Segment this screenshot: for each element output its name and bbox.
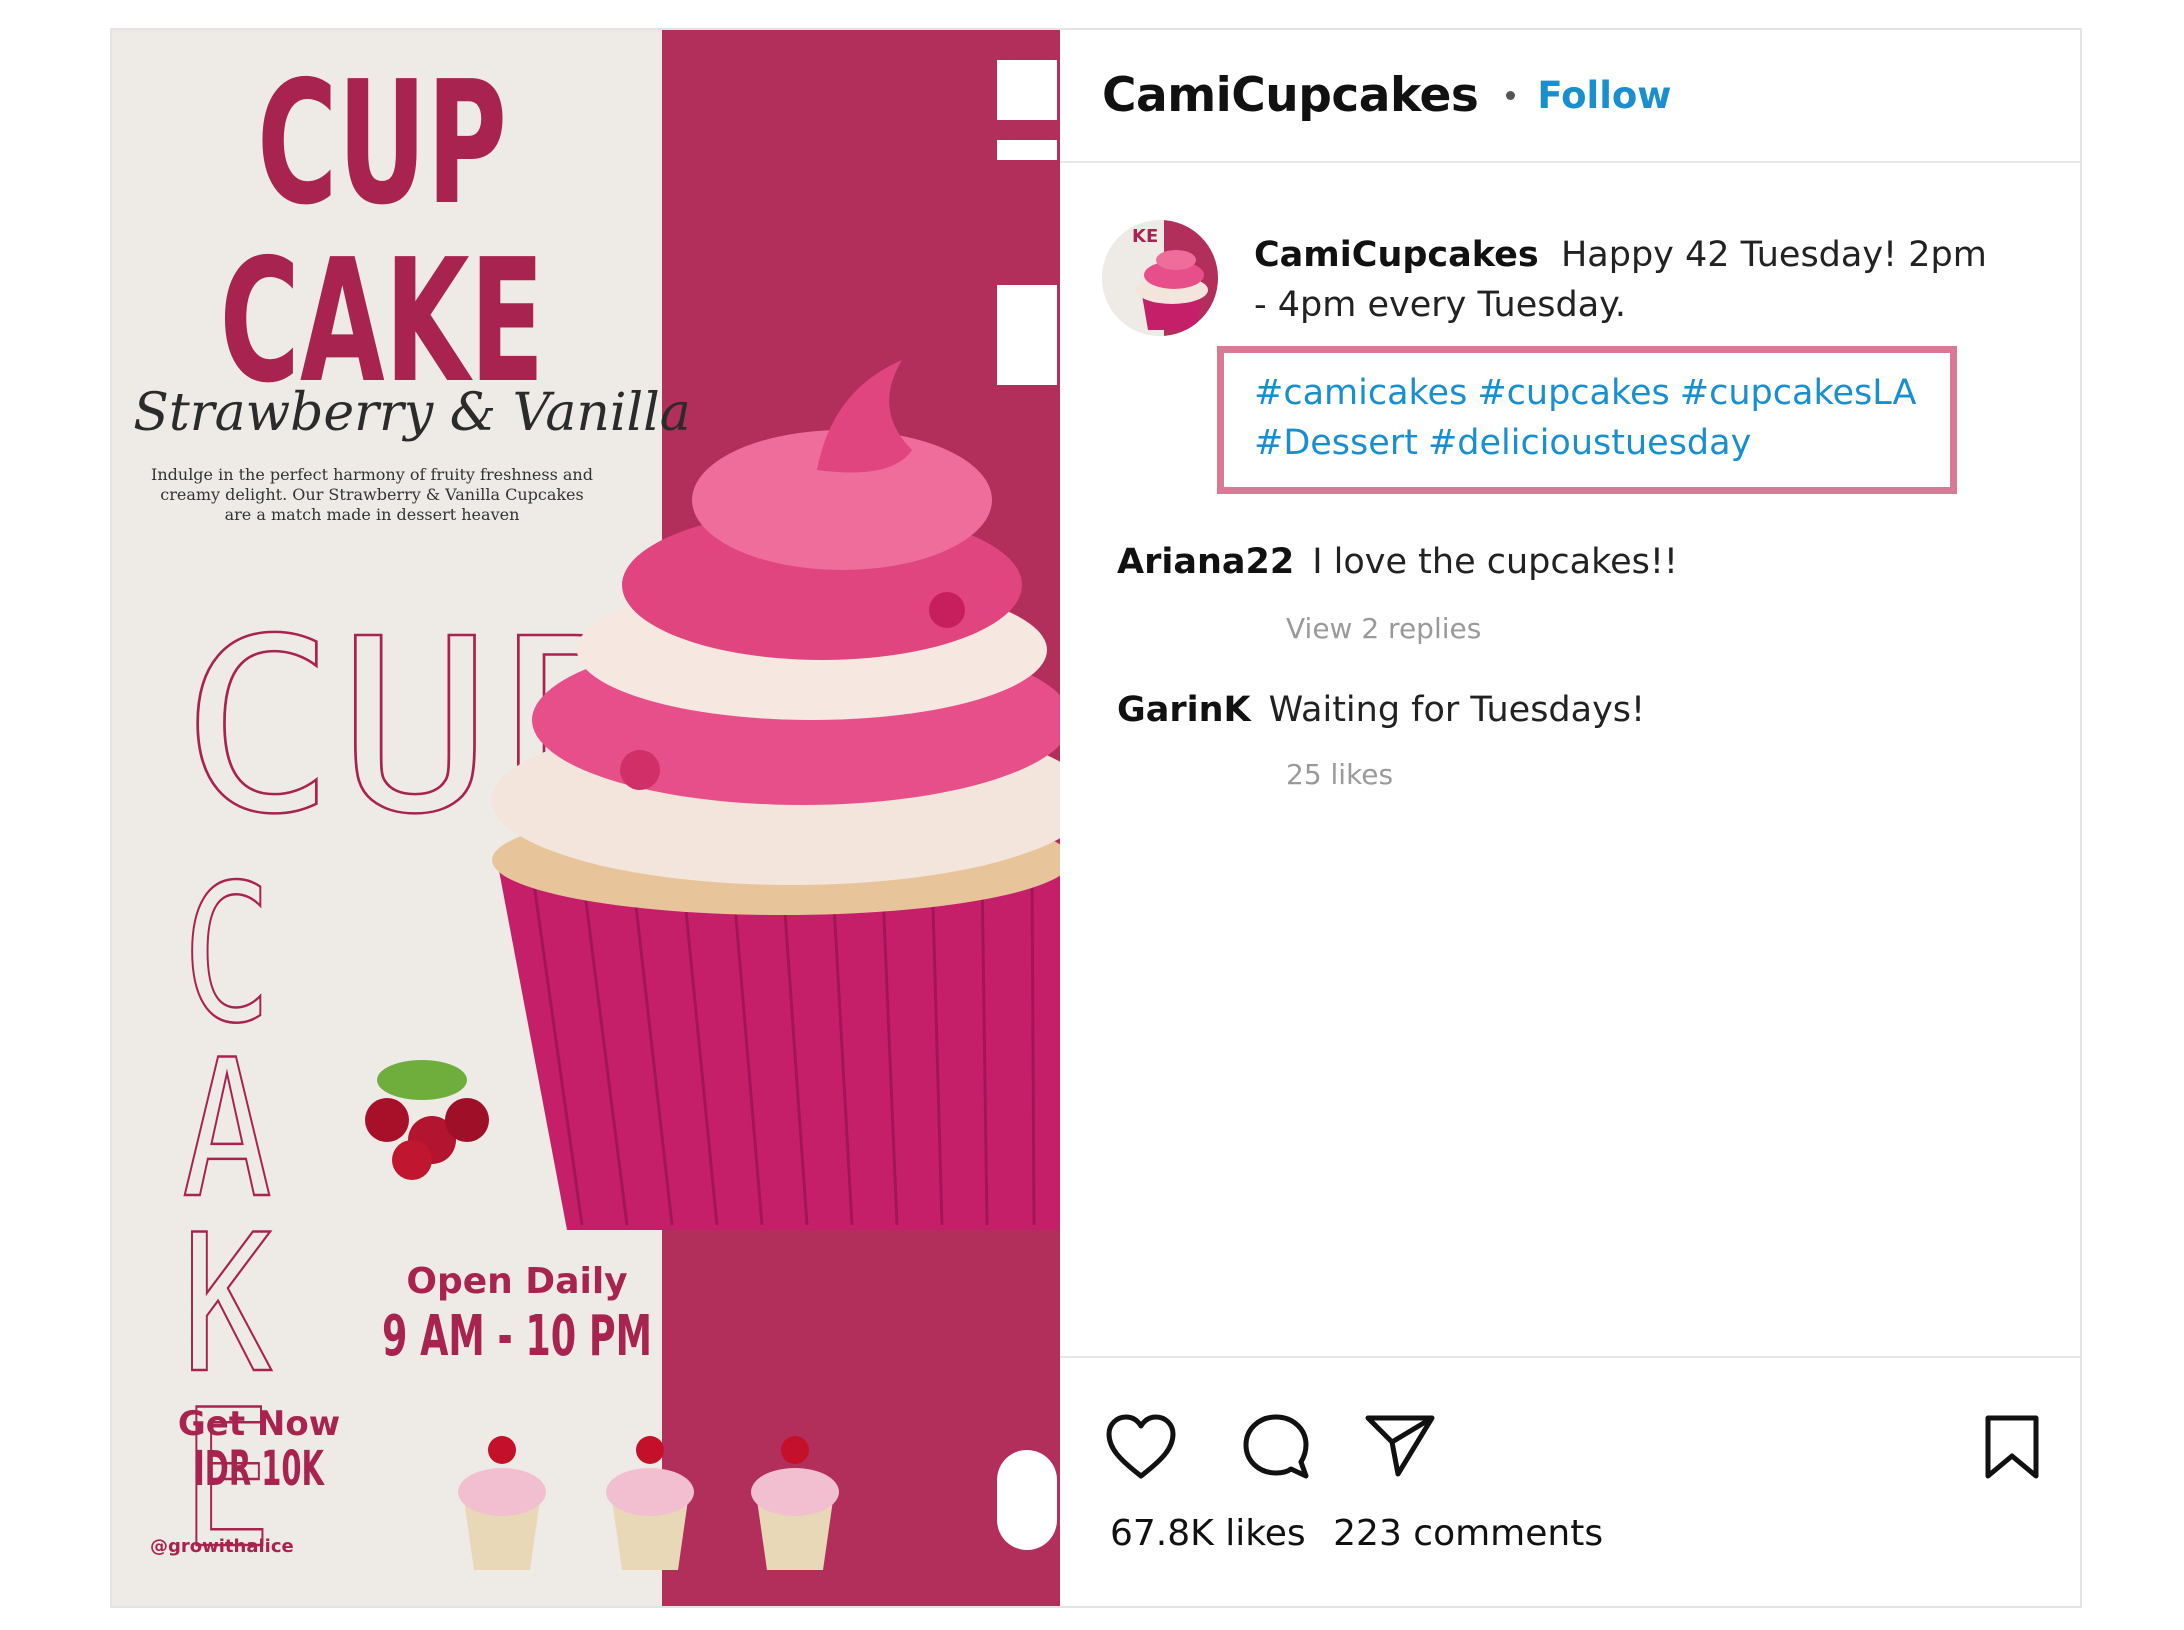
post-image[interactable]: CUP CAKE Strawberry & Vanilla Indulge in… [112,30,1060,1606]
comment-username[interactable]: GarinK [1117,690,1251,730]
caption-username[interactable]: CamiCupcakes [1254,235,1539,275]
post-header: CamiCupcakes Follow [1060,30,2080,163]
poster-hours: 9 AM - 10 PM [382,1304,652,1369]
avatar[interactable]: KE [1102,220,1218,336]
share-icon[interactable] [1364,1412,1436,1482]
follow-button[interactable]: Follow [1537,74,1671,117]
hashtag-link[interactable]: #Dessert [1254,423,1418,463]
band-letter-fragment [997,140,1057,160]
header-username[interactable]: CamiCupcakes [1102,68,1479,123]
band-letter-fragment [997,60,1057,120]
comments-count[interactable]: 223 comments [1333,1513,1603,1554]
poster-get-now: Get Now [178,1404,340,1444]
instagram-post: CUP CAKE Strawberry & Vanilla Indulge in… [110,28,2082,1608]
comment-text: I love the cupcakes!! [1312,542,1678,582]
caption-hashtags: #camicakes #cupcakes #cupcakesLA #Dessert #d… [1254,368,1974,468]
poster-flavor: Strawberry & Vanilla [133,383,691,443]
sprinkle-pearl [929,592,965,628]
cherries [365,1060,489,1180]
poster-description-line1: Indulge in the perfect harmony of fruity… [151,465,593,484]
post-stats: 67.8K likes 223 comments [1110,1513,1619,1554]
post-actions-bar: 67.8K likes 223 comments [1060,1356,2080,1606]
frosting-tip [817,360,912,473]
caption-text: CamiCupcakes Happy 42 Tuesday! 2pm - 4pm… [1254,230,1994,330]
poster-artwork: CUP CAKE Strawberry & Vanilla Indulge in… [133,45,1060,1591]
small-cupcakes [458,1436,839,1570]
view-replies-link[interactable]: View 2 replies [1286,612,1481,645]
likes-count[interactable]: 67.8K likes [1110,1513,1306,1554]
poster-price: IDR 10K [194,1441,325,1497]
post-side-panel: CamiCupcakes Follow KE CamiCupcakes Happ… [1060,30,2080,1606]
svg-text:KE: KE [1132,226,1158,247]
separator-dot [1506,91,1516,100]
cupcake-wrapper [497,860,1060,1230]
hashtag-link[interactable]: #cupcakesLA [1680,373,1917,413]
hashtag-link[interactable]: #camicakes [1254,373,1467,413]
sprinkle-pearl [620,750,660,790]
poster-handle: @growithalice [150,1536,294,1557]
bookmark-icon[interactable] [1980,1414,2044,1484]
comment-item: Ariana22 I love the cupcakes!! [1117,542,1678,582]
band-letter-fragment [997,1450,1057,1550]
poster-open-daily: Open Daily [406,1261,627,1302]
comment-text: Waiting for Tuesdays! [1268,690,1646,730]
hashtag-link[interactable]: #cupcakes [1477,373,1669,413]
comment-item: GarinK Waiting for Tuesdays! [1117,690,1645,730]
poster-description-line3: are a match made in dessert heaven [225,505,520,524]
poster-title-line1: CUP [257,45,507,243]
band-letter-fragment [997,285,1057,385]
comment-likes-count[interactable]: 25 likes [1286,758,1393,791]
comment-icon[interactable] [1240,1412,1312,1486]
poster-description-line2: creamy delight. Our Strawberry & Vanilla… [160,485,583,504]
comment-username[interactable]: Ariana22 [1117,542,1294,582]
heart-icon[interactable] [1105,1414,1177,1484]
hashtag-link[interactable]: #delicioustuesday [1428,423,1751,463]
